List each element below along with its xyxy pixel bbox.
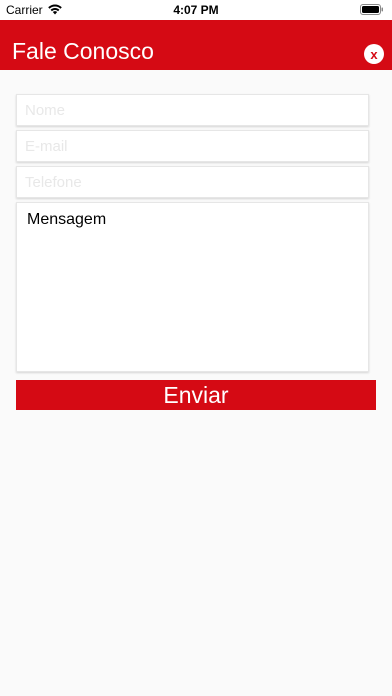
name-field[interactable] bbox=[16, 94, 369, 126]
phone-field[interactable] bbox=[16, 166, 369, 198]
send-button[interactable]: Enviar bbox=[16, 380, 376, 410]
close-button[interactable]: x bbox=[364, 44, 384, 64]
page-title: Fale Conosco bbox=[12, 38, 154, 64]
status-bar: Carrier 4:07 PM bbox=[0, 0, 392, 20]
header-bar: Fale Conosco bbox=[0, 20, 392, 70]
battery-icon bbox=[360, 4, 383, 15]
clock: 4:07 PM bbox=[173, 3, 219, 17]
email-field[interactable] bbox=[16, 130, 369, 162]
message-field[interactable]: Mensagem bbox=[16, 202, 369, 372]
